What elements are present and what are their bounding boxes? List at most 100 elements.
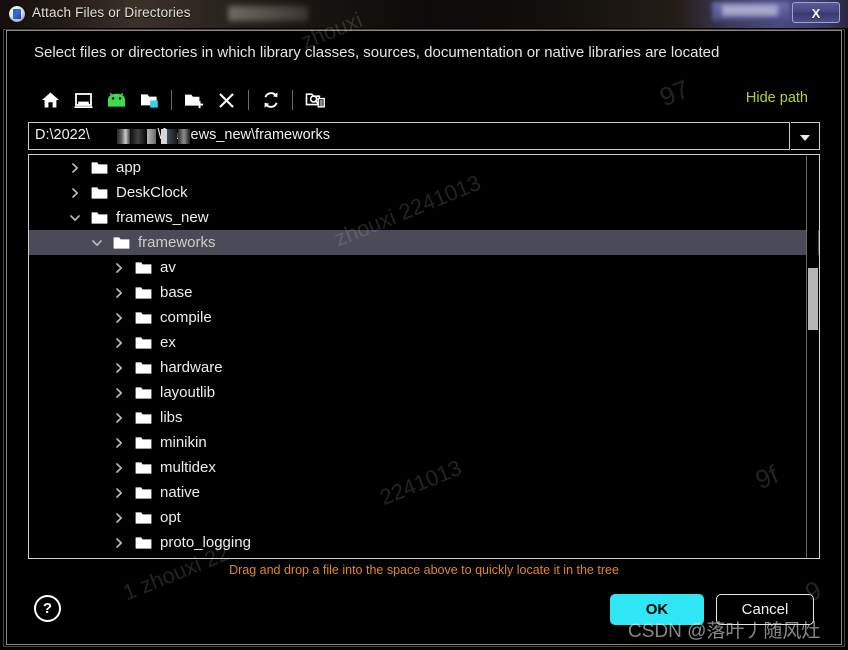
tree-row-label: ex	[160, 334, 176, 351]
folder-icon	[113, 236, 130, 249]
chevron-down-icon	[800, 135, 810, 141]
path-dropdown-button[interactable]	[791, 122, 820, 150]
tree-row[interactable]: av	[29, 255, 819, 280]
tree-row[interactable]: hardware	[29, 355, 819, 380]
folder-icon	[135, 311, 152, 324]
tree-expand-toggle[interactable]	[111, 535, 127, 551]
path-prefix: D:\2022\	[35, 127, 90, 143]
new-folder-button[interactable]	[177, 85, 210, 115]
folder-icon-wrapper	[135, 511, 152, 525]
tree-expand-toggle[interactable]	[67, 185, 83, 201]
tree-expand-toggle[interactable]	[111, 360, 127, 376]
home-button[interactable]	[34, 85, 67, 115]
file-tree-list: app DeskClock framews_new frameworks av base c…	[29, 155, 819, 558]
dialog-window: Attach Files or Directories X Select fil…	[0, 0, 848, 650]
close-button[interactable]: X	[792, 2, 840, 23]
tree-row-label: libs	[160, 409, 183, 426]
folder-icon	[135, 261, 152, 274]
help-button[interactable]: ?	[34, 595, 61, 622]
folder-icon	[135, 461, 152, 474]
chevron-right-icon	[116, 437, 123, 448]
tree-expand-toggle[interactable]	[111, 385, 127, 401]
toolbar	[34, 84, 331, 116]
tree-expand-toggle[interactable]	[111, 435, 127, 451]
show-hidden-files-icon	[305, 93, 325, 108]
home-icon	[42, 92, 59, 108]
tree-row[interactable]	[29, 555, 819, 558]
tree-row-label: hardware	[160, 359, 223, 376]
cancel-button[interactable]: Cancel	[716, 594, 814, 625]
folder-icon-wrapper	[135, 536, 152, 550]
tree-row[interactable]: DeskClock	[29, 180, 819, 205]
tree-row[interactable]: app	[29, 155, 819, 180]
tree-collapse-toggle[interactable]	[67, 210, 83, 226]
tree-collapse-toggle[interactable]	[89, 235, 105, 251]
folder-icon	[135, 436, 152, 449]
project-folder-button[interactable]	[133, 85, 166, 115]
tree-scrollbar-thumb[interactable]	[808, 268, 818, 330]
tree-row[interactable]: frameworks	[29, 230, 819, 255]
folder-icon	[135, 536, 152, 549]
tree-expand-toggle[interactable]	[111, 310, 127, 326]
folder-icon	[135, 511, 152, 524]
tree-row[interactable]: minikin	[29, 430, 819, 455]
show-hidden-files-button[interactable]	[298, 85, 331, 115]
tree-expand-toggle[interactable]	[111, 260, 127, 276]
intellij-idea-icon	[9, 6, 25, 22]
tree-expand-toggle[interactable]	[111, 485, 127, 501]
tree-expand-toggle[interactable]	[111, 335, 127, 351]
folder-icon-wrapper	[91, 186, 108, 200]
chevron-right-icon	[116, 412, 123, 423]
file-tree-panel[interactable]: app DeskClock framews_new frameworks av base c…	[28, 154, 820, 559]
chevron-right-icon	[116, 487, 123, 498]
chevron-right-icon	[116, 262, 123, 273]
tree-row-label: app	[116, 159, 142, 176]
tree-scrollbar-track[interactable]	[806, 156, 818, 558]
path-input[interactable]: D:\2022\XXXXXXX\framews_new\frameworks	[28, 122, 790, 150]
chevron-right-icon	[116, 312, 123, 323]
tree-expand-toggle[interactable]	[67, 160, 83, 176]
chevron-right-icon	[116, 287, 123, 298]
chevron-right-icon	[72, 187, 79, 198]
tree-row-label: native	[160, 484, 201, 501]
folder-icon	[135, 286, 152, 299]
desktop-button[interactable]	[67, 85, 100, 115]
redaction-block	[117, 129, 130, 144]
hide-path-link[interactable]: Hide path	[746, 90, 808, 106]
folder-icon	[135, 486, 152, 499]
delete-x-icon	[219, 92, 234, 108]
tree-row[interactable]: compile	[29, 305, 819, 330]
folder-icon	[135, 411, 152, 424]
tree-expand-toggle[interactable]	[111, 410, 127, 426]
tree-row[interactable]: layoutlib	[29, 380, 819, 405]
tree-row[interactable]: opt	[29, 505, 819, 530]
refresh-button[interactable]	[254, 85, 287, 115]
tree-row[interactable]: base	[29, 280, 819, 305]
delete-button[interactable]	[210, 85, 243, 115]
tree-expand-toggle[interactable]	[111, 285, 127, 301]
android-sdk-button[interactable]	[100, 85, 133, 115]
chevron-right-icon	[116, 512, 123, 523]
tree-row[interactable]: libs	[29, 405, 819, 430]
folder-icon-wrapper	[113, 236, 130, 250]
tree-expand-toggle[interactable]	[111, 460, 127, 476]
folder-icon	[91, 211, 108, 224]
tree-row[interactable]: framews_new	[29, 205, 819, 230]
tree-row-label: frameworks	[138, 234, 216, 251]
folder-icon-wrapper	[135, 286, 152, 300]
redaction-block	[178, 129, 190, 144]
tree-row-label: opt	[160, 509, 181, 526]
tree-row-label: layoutlib	[160, 384, 216, 401]
tree-row[interactable]: ex	[29, 330, 819, 355]
ok-button[interactable]: OK	[610, 594, 704, 625]
tree-row-label: compile	[160, 309, 212, 326]
tree-row[interactable]: proto_logging	[29, 530, 819, 555]
folder-icon	[91, 161, 108, 174]
folder-icon-wrapper	[135, 261, 152, 275]
tree-row[interactable]: multidex	[29, 455, 819, 480]
tree-expand-toggle[interactable]	[111, 510, 127, 526]
tree-row[interactable]: native	[29, 480, 819, 505]
chevron-down-icon	[70, 214, 80, 221]
title-bar: Attach Files or Directories X	[0, 0, 848, 28]
drag-drop-hint: Drag and drop a file into the space abov…	[229, 563, 619, 577]
